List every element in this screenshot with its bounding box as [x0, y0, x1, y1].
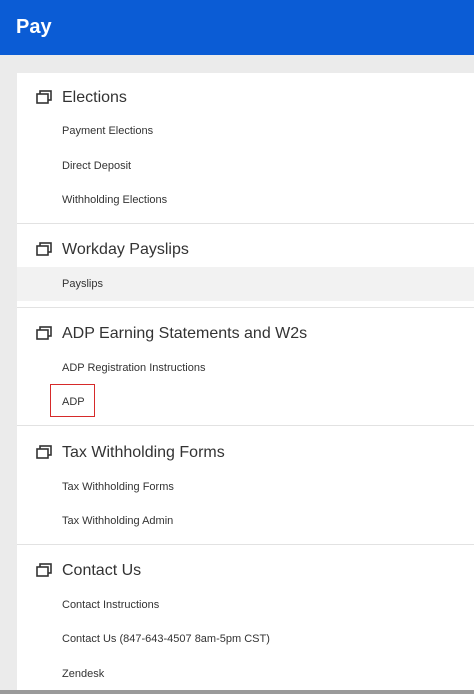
link-label: Direct Deposit: [62, 160, 132, 172]
section-header-adp: ADP Earning Statements and W2s: [17, 320, 474, 348]
link-payment-elections[interactable]: Payment Elections: [17, 114, 474, 148]
page-header: Pay: [0, 0, 474, 55]
link-label: Payment Elections: [62, 125, 154, 137]
pay-worklet-card: Elections Payment Elections Direct Depos…: [17, 73, 474, 694]
link-label: Contact Instructions: [62, 599, 160, 611]
link-label: Tax Withholding Admin: [62, 515, 174, 527]
section-title-workday-payslips: Workday Payslips: [62, 241, 189, 258]
section-header-elections: Elections: [17, 84, 474, 112]
link-label: Contact Us (847-643-4507 8am-5pm CST): [62, 633, 270, 645]
link-contact-instructions[interactable]: Contact Instructions: [17, 588, 474, 622]
stacked-windows-icon: [36, 242, 52, 256]
link-label: Tax Withholding Forms: [62, 481, 174, 493]
link-direct-deposit[interactable]: Direct Deposit: [17, 149, 474, 183]
page-title: Pay: [16, 16, 52, 38]
section-divider: [17, 307, 474, 308]
section-title-adp: ADP Earning Statements and W2s: [62, 325, 308, 342]
section-header-contact-us: Contact Us: [17, 557, 474, 585]
section-header-tax-withholding-forms: Tax Withholding Forms: [17, 439, 474, 467]
link-contact-us-phone[interactable]: Contact Us (847-643-4507 8am-5pm CST): [17, 622, 474, 656]
section-divider: [17, 425, 474, 426]
stacked-windows-icon: [36, 326, 52, 340]
section-title-contact-us: Contact Us: [62, 562, 142, 579]
link-label: ADP: [62, 396, 85, 408]
section-title-tax-withholding-forms: Tax Withholding Forms: [62, 444, 225, 461]
link-withholding-elections[interactable]: Withholding Elections: [17, 183, 474, 217]
bottom-edge: [0, 690, 474, 694]
stacked-windows-icon: [36, 90, 52, 104]
link-label: ADP Registration Instructions: [62, 362, 206, 374]
stacked-windows-icon: [36, 445, 52, 459]
link-label: Withholding Elections: [62, 194, 168, 206]
section-header-workday-payslips: Workday Payslips: [17, 236, 474, 264]
stacked-windows-icon: [36, 563, 52, 577]
section-divider: [17, 544, 474, 545]
link-label: Payslips: [62, 278, 103, 290]
link-adp[interactable]: ADP: [17, 385, 474, 419]
link-payslips[interactable]: Payslips: [17, 267, 474, 301]
link-label: Zendesk: [62, 668, 105, 680]
link-adp-registration-instructions[interactable]: ADP Registration Instructions: [17, 351, 474, 385]
link-zendesk[interactable]: Zendesk: [17, 657, 474, 691]
section-divider: [17, 223, 474, 224]
section-title-elections: Elections: [62, 89, 127, 106]
link-tax-withholding-forms[interactable]: Tax Withholding Forms: [17, 470, 474, 504]
link-tax-withholding-admin[interactable]: Tax Withholding Admin: [17, 504, 474, 538]
